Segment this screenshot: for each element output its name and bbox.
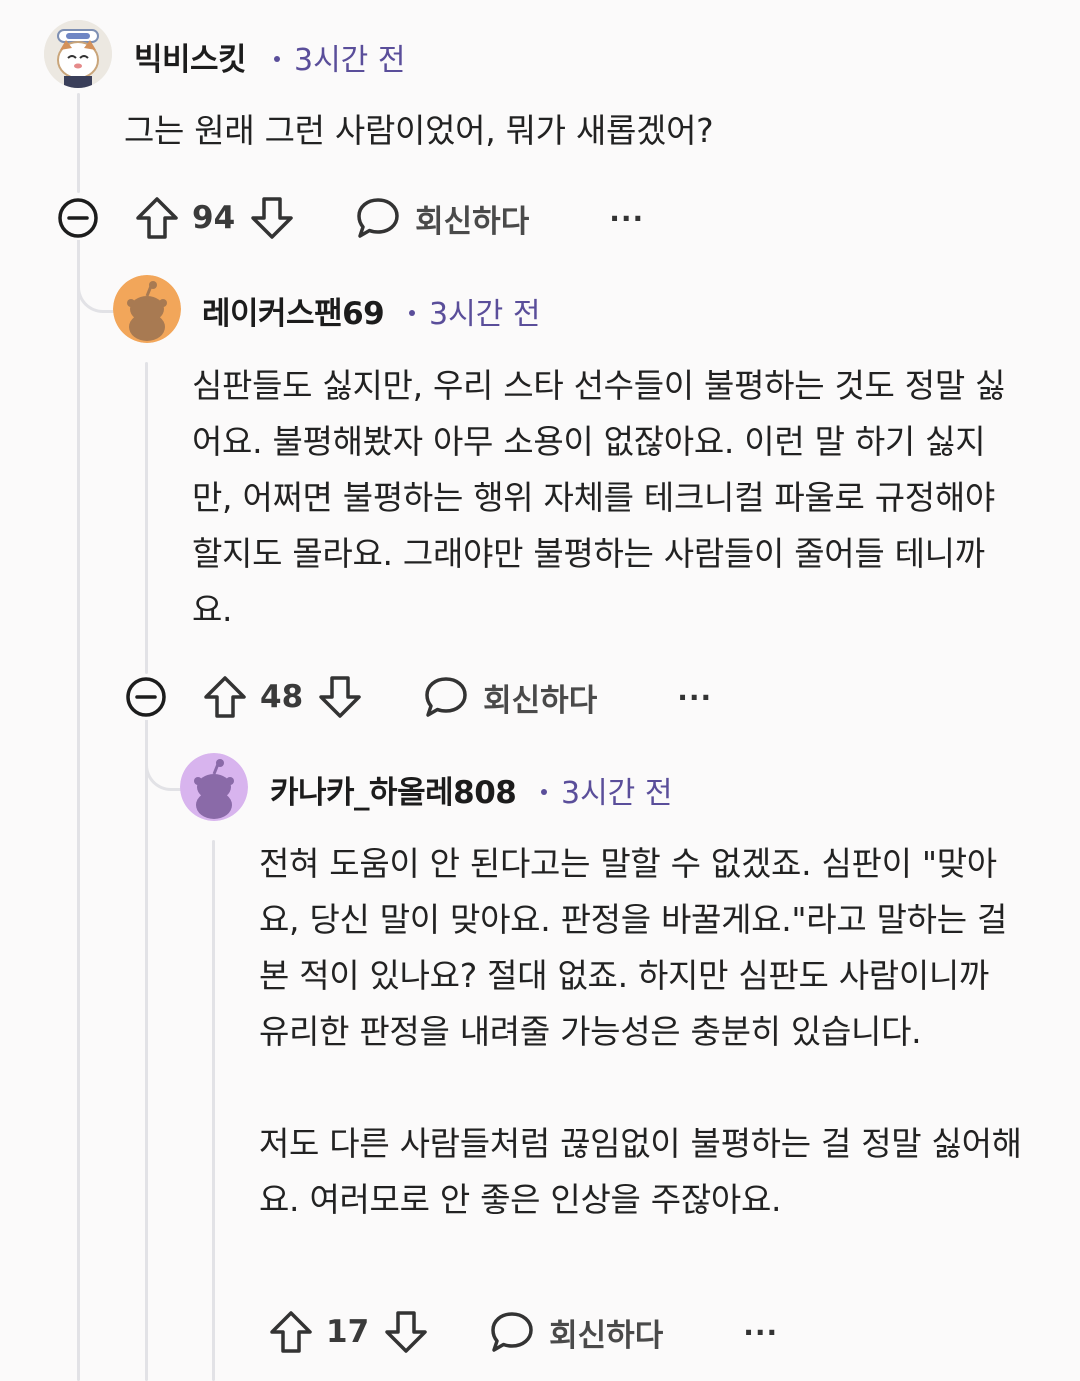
arrow-down-icon[interactable] [317, 674, 363, 720]
vote-count: 17 [326, 1314, 370, 1350]
vote-count: 94 [192, 200, 236, 236]
ellipsis-icon[interactable]: ··· [743, 1316, 778, 1349]
comment-action-bar: 17 회신하다 ··· [268, 1306, 778, 1358]
speech-bubble-icon [489, 1309, 535, 1355]
avatar[interactable] [113, 275, 181, 343]
comment-author[interactable]: 카나카_하올레808 [270, 767, 517, 812]
thread-line-level-3 [212, 840, 215, 1381]
thread-line-level-1 [77, 240, 80, 1381]
ellipsis-icon[interactable]: ··· [677, 681, 712, 714]
timestamp-text: 3시간 전 [294, 43, 406, 78]
speech-bubble-icon [355, 195, 401, 241]
reply-button[interactable]: 회신하다 [355, 195, 529, 241]
comment-timestamp: 3시간 전 [274, 35, 405, 79]
reply-label: 회신하다 [483, 682, 598, 719]
arrow-up-icon[interactable] [134, 195, 180, 241]
vote-count: 48 [260, 679, 304, 715]
thread-line-level-2 [145, 720, 148, 1381]
ellipsis-icon[interactable]: ··· [609, 202, 644, 235]
avatar[interactable] [44, 20, 112, 88]
reply-button[interactable]: 회신하다 [489, 1309, 663, 1355]
minus-circle-icon[interactable] [56, 196, 100, 240]
comment-author[interactable]: 레이커스팬69 [202, 288, 385, 333]
comment-action-bar: 94 회신하다 ··· [56, 192, 644, 244]
arrow-down-icon[interactable] [249, 195, 295, 241]
timestamp-text: 3시간 전 [561, 776, 673, 811]
reply-label: 회신하다 [415, 203, 530, 240]
thread-line-level-2 [145, 362, 148, 674]
separator-dot [274, 55, 280, 62]
comment-author[interactable]: 빅비스킷 [134, 34, 247, 79]
arrow-down-icon[interactable] [383, 1309, 429, 1355]
comment-body: 전혀 도움이 안 된다고는 말할 수 없겠죠. 심판이 "맞아요, 당신 말이 … [259, 836, 1029, 1228]
reply-button[interactable]: 회신하다 [423, 674, 597, 720]
comment-timestamp: 3시간 전 [541, 768, 672, 812]
comment-paragraph: 심판들도 싫지만, 우리 스타 선수들이 불평하는 것도 정말 싫어요. 불평해… [192, 366, 1006, 629]
timestamp-text: 3시간 전 [429, 297, 541, 332]
speech-bubble-icon [423, 674, 469, 720]
comment-timestamp: 3시간 전 [409, 289, 540, 333]
comment-body: 심판들도 싫지만, 우리 스타 선수들이 불평하는 것도 정말 싫어요. 불평해… [192, 358, 1022, 638]
reply-label: 회신하다 [549, 1317, 664, 1354]
arrow-up-icon[interactable] [268, 1309, 314, 1355]
comment-paragraph: 그는 원래 그런 사람이었어, 뭐가 새롭겠어? [124, 111, 714, 150]
thread-line-level-1 [77, 93, 80, 193]
minus-circle-icon[interactable] [124, 675, 168, 719]
comment-body: 그는 원래 그런 사람이었어, 뭐가 새롭겠어? [124, 103, 1024, 159]
comment-paragraph: 저도 다른 사람들처럼 끊임없이 불평하는 걸 정말 싫어해요. 여러모로 안 … [259, 1124, 1022, 1219]
comment-action-bar: 48 회신하다 ··· [124, 671, 712, 723]
arrow-up-icon[interactable] [202, 674, 248, 720]
separator-dot [409, 309, 415, 316]
separator-dot [541, 788, 547, 795]
comment-paragraph: 전혀 도움이 안 된다고는 말할 수 없겠죠. 심판이 "맞아요, 당신 말이 … [259, 844, 1008, 1051]
avatar[interactable] [180, 753, 248, 821]
